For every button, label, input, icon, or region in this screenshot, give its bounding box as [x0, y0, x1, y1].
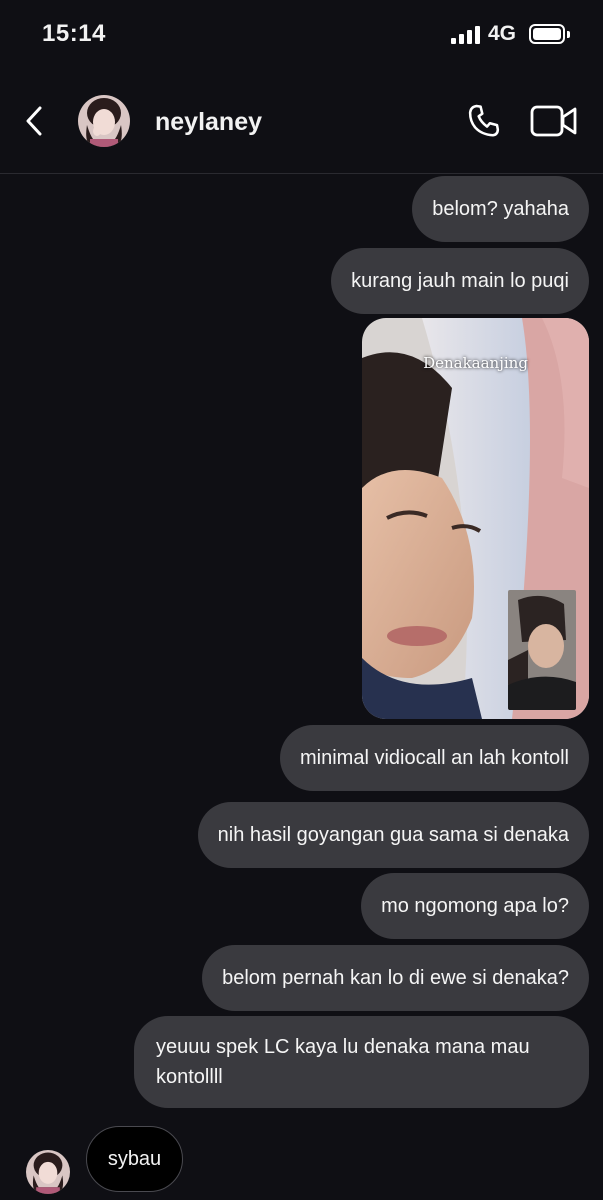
message-bubble-outgoing[interactable]: yeuuu spek LC kaya lu denaka mana mau ko…: [134, 1016, 589, 1108]
photo-message[interactable]: Denakaanjing: [362, 318, 589, 719]
message-bubble-outgoing[interactable]: kurang jauh main lo puqi: [331, 248, 589, 314]
status-time: 15:14: [42, 20, 106, 47]
message-bubble-outgoing[interactable]: belom? yahaha: [412, 176, 589, 242]
video-camera-icon[interactable]: [530, 104, 578, 138]
message-bubble-outgoing[interactable]: nih hasil goyangan gua sama si denaka: [197, 802, 589, 868]
chevron-left-icon[interactable]: [20, 104, 50, 138]
video-call-thumbnail: [508, 590, 576, 710]
signal-icon: [451, 26, 483, 44]
message-bubble-incoming[interactable]: sybau: [86, 1126, 183, 1192]
status-bar: 15:14 4G: [0, 0, 603, 70]
battery-cap: [567, 31, 570, 38]
phone-icon[interactable]: [466, 102, 504, 140]
message-bubble-outgoing[interactable]: minimal vidiocall an lah kontoll: [279, 725, 589, 791]
chat-header: neylaney: [0, 78, 603, 174]
avatar[interactable]: [78, 95, 130, 147]
message-bubble-outgoing[interactable]: belom pernah kan lo di ewe si denaka?: [202, 945, 589, 1011]
message-bubble-outgoing[interactable]: mo ngomong apa lo?: [361, 873, 589, 939]
contact-name[interactable]: neylaney: [155, 108, 262, 137]
avatar[interactable]: [26, 1150, 70, 1194]
battery-icon: [529, 24, 565, 44]
photo-caption: Denakaanjing: [423, 354, 528, 372]
network-type: 4G: [488, 22, 517, 45]
